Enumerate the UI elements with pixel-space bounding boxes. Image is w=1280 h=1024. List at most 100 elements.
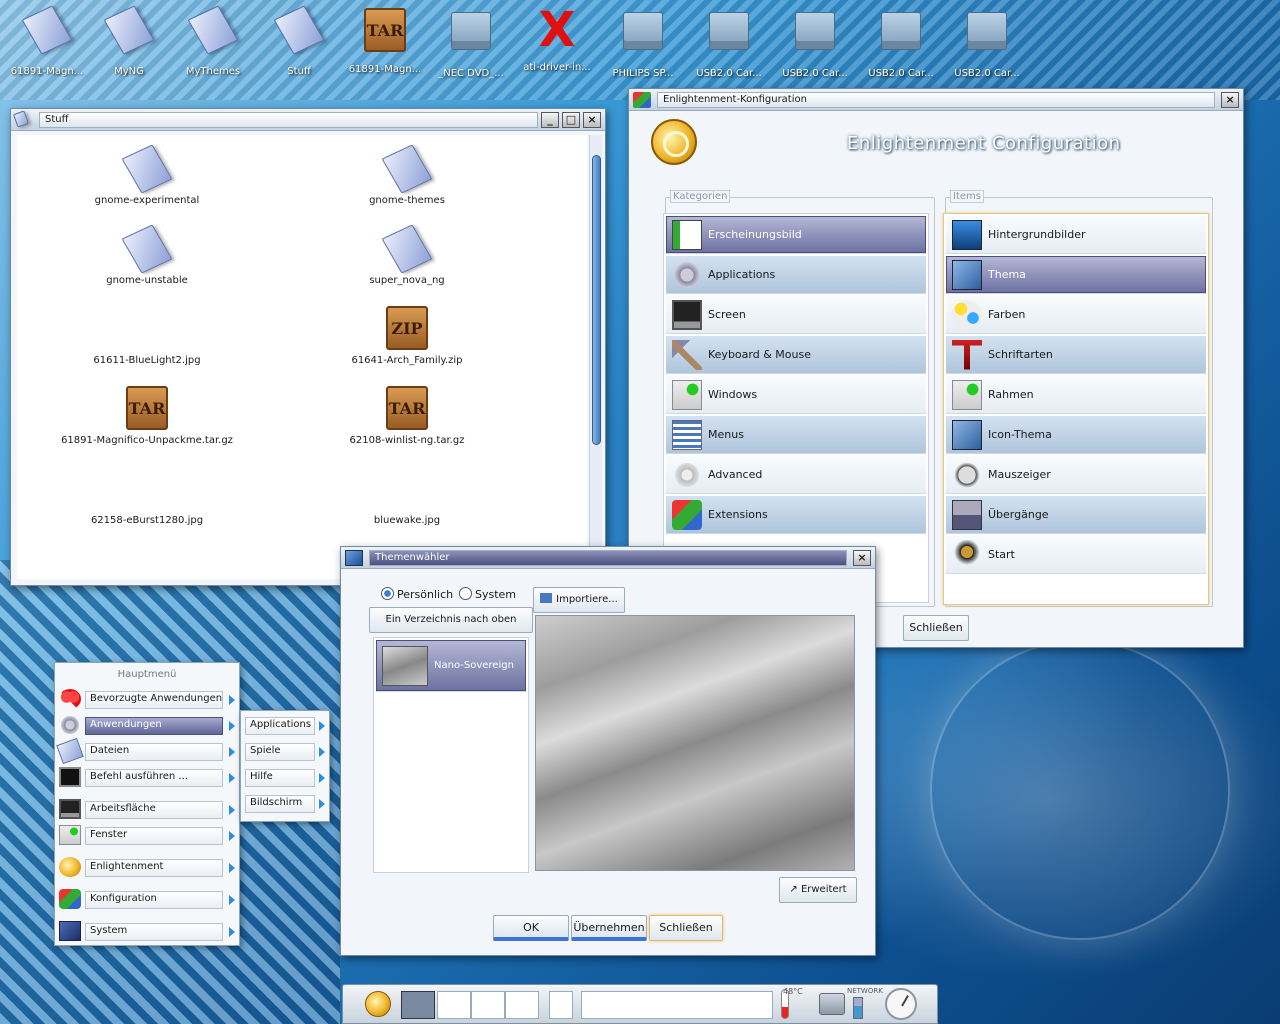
desktop-icon-label: USB2.0 Car...	[868, 68, 934, 79]
main-menu-item[interactable]: Anwendungen	[85, 717, 223, 735]
desktop-icon[interactable]: MyNG	[86, 5, 172, 77]
tar-icon: TAR	[361, 8, 409, 56]
desktop-icon-label: MyThemes	[185, 66, 241, 77]
minimize-button[interactable]: _	[541, 111, 559, 128]
blocks-icon	[59, 889, 81, 909]
category-item[interactable]: Extensions	[666, 496, 926, 534]
pager-icon[interactable]	[401, 991, 435, 1019]
import-button[interactable]: Importiere...	[533, 587, 625, 613]
theme-close-action-button[interactable]: Schließen	[649, 915, 723, 941]
shelf: 48°C NETWORK	[342, 984, 938, 1024]
config-item[interactable]: Hintergrundbilder	[946, 216, 1206, 254]
file-item[interactable]: 62158-eBurst1280.jpg	[47, 463, 247, 526]
radio-system-indicator[interactable]	[459, 587, 472, 600]
category-item[interactable]: Erscheinungsbild	[666, 216, 926, 254]
file-item[interactable]: 61611-BlueLight2.jpg	[47, 303, 247, 366]
desktop-icon[interactable]: PHILIPS SP...	[600, 6, 686, 79]
radio-personal-indicator[interactable]	[381, 587, 394, 600]
applications-submenu: Applications Spiele Hilfe Bildschirm	[240, 710, 330, 822]
config-close-button[interactable]: ×	[1221, 91, 1239, 108]
theme-preview	[535, 615, 855, 871]
main-menu-item[interactable]: Dateien	[85, 743, 223, 761]
file-item[interactable]: super_nova_ng	[307, 223, 507, 286]
desktop-icon[interactable]: USB2.0 Car...	[772, 6, 858, 79]
config-item[interactable]: Rahmen	[946, 376, 1206, 414]
config-item[interactable]: Mauszeiger	[946, 456, 1206, 494]
submenu-item[interactable]: Applications	[245, 717, 315, 735]
file-item[interactable]: TAR 62108-winlist-ng.tar.gz	[307, 383, 507, 446]
category-item[interactable]: Windows	[666, 376, 926, 414]
wallpaper-halo	[930, 640, 1230, 940]
file-list: gnome-experimental gnome-themes gnome-unst…	[17, 135, 587, 579]
submenu-arrow-icon	[229, 773, 235, 783]
network-label: NETWORK	[847, 987, 883, 995]
apply-button[interactable]: Übernehmen	[571, 915, 647, 941]
scrollbar-thumb[interactable]	[592, 155, 601, 445]
radio-system[interactable]: System	[459, 587, 516, 601]
desktop-icon[interactable]: USB2.0 Car...	[944, 6, 1030, 79]
config-close-action-button[interactable]: Schließen	[903, 615, 969, 641]
main-menu-item[interactable]: Arbeitsfläche	[85, 801, 223, 819]
main-menu-item[interactable]: Befehl ausführen ...	[85, 769, 223, 787]
file-item[interactable]: ZIP 61641-Arch_Family.zip	[307, 303, 507, 366]
category-item[interactable]: Menus	[666, 416, 926, 454]
desktop-icon[interactable]: _NEC DVD_...	[428, 6, 514, 79]
up-directory-button[interactable]: Ein Verzeichnis nach oben	[369, 607, 533, 633]
iconify-box[interactable]	[581, 991, 773, 1019]
desktop-icon-label: 61891-Magn...	[10, 66, 84, 77]
config-item-label: Icon-Thema	[988, 428, 1052, 441]
ok-button[interactable]: OK	[493, 915, 569, 941]
config-item[interactable]: Farben	[946, 296, 1206, 334]
taskbar-slot-3[interactable]	[505, 991, 539, 1019]
file-item[interactable]: gnome-themes	[307, 143, 507, 206]
taskbar-slot-4[interactable]	[549, 991, 573, 1019]
config-titlebar[interactable]: Enlightenment-Konfiguration ×	[629, 89, 1243, 111]
main-menu-item[interactable]: System	[85, 923, 223, 941]
config-item[interactable]: Übergänge	[946, 496, 1206, 534]
file-item[interactable]: bluewake.jpg	[307, 463, 507, 526]
taskbar-slot-1[interactable]	[437, 991, 471, 1019]
main-menu-item[interactable]: Enlightenment	[85, 859, 223, 877]
config-item[interactable]: Icon-Thema	[946, 416, 1206, 454]
file-item[interactable]: gnome-experimental	[47, 143, 247, 206]
stuff-titlebar[interactable]: Stuff _ □ ×	[11, 109, 605, 131]
category-item[interactable]: Advanced	[666, 456, 926, 494]
submenu-item[interactable]: Spiele	[245, 743, 315, 761]
desktop-icon[interactable]: USB2.0 Car...	[858, 6, 944, 79]
category-item[interactable]: Screen	[666, 296, 926, 334]
config-title: Enlightenment-Konfiguration	[657, 91, 1215, 108]
submenu-item[interactable]: Bildschirm	[245, 795, 315, 813]
config-item[interactable]: Schriftarten	[946, 336, 1206, 374]
desktop-icon[interactable]: 61891-Magn...	[4, 5, 90, 77]
category-item-label: Keyboard & Mouse	[708, 348, 811, 361]
theme-close-button[interactable]: ×	[853, 549, 871, 566]
desktop-icon[interactable]: MyThemes	[170, 5, 256, 77]
document-icon	[381, 223, 433, 274]
advanced-button[interactable]: ↗ Erweitert	[779, 877, 857, 903]
file-item[interactable]: TAR 61891-Magnifico-Unpackme.tar.gz	[47, 383, 247, 446]
config-item[interactable]: Thema	[946, 256, 1206, 294]
zip-icon: ZIP	[383, 303, 431, 351]
main-menu-item[interactable]: Bevorzugte Anwendungen	[85, 691, 223, 709]
submenu-item[interactable]: Hilfe	[245, 769, 315, 787]
file-name: 62108-winlist-ng.tar.gz	[349, 435, 465, 446]
main-menu-item[interactable]: Konfiguration	[85, 891, 223, 909]
theme-item[interactable]: Nano-Sovereign	[376, 640, 526, 692]
file-item[interactable]: gnome-unstable	[47, 223, 247, 286]
desktop-icon[interactable]: Stuff	[256, 5, 342, 77]
radio-personal[interactable]: Persönlich	[381, 587, 453, 601]
category-item[interactable]: Keyboard & Mouse	[666, 336, 926, 374]
close-button[interactable]: ×	[583, 111, 601, 128]
monitor-icon	[672, 299, 702, 330]
vertical-scrollbar[interactable]	[589, 135, 602, 579]
category-item[interactable]: Applications	[666, 256, 926, 294]
config-item[interactable]: Start	[946, 536, 1206, 574]
maximize-button[interactable]: □	[562, 111, 580, 128]
desktop-icon[interactable]: TAR 61891-Magn...	[342, 6, 428, 75]
desktop-icon[interactable]: Xati-driver-in...	[514, 6, 600, 73]
main-menu-item[interactable]: Fenster	[85, 827, 223, 845]
taskbar-slot-2[interactable]	[471, 991, 505, 1019]
theme-titlebar[interactable]: Themenwähler ×	[341, 547, 875, 569]
e-start-icon[interactable]	[365, 991, 391, 1017]
desktop-icon[interactable]: USB2.0 Car...	[686, 6, 772, 79]
